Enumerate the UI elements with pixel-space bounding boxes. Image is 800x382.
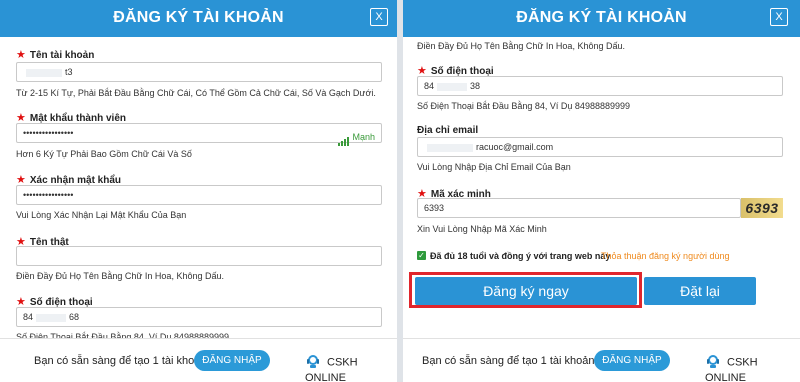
login-button[interactable]: ĐĂNG NHẬP [194, 350, 270, 371]
reset-button[interactable]: Đặt lại [644, 277, 756, 305]
realname-hint: Điền Đầy Đủ Họ Tên Bằng Chữ In Hoa, Khôn… [16, 271, 224, 281]
register-button[interactable]: Đăng ký ngay [415, 277, 637, 305]
realname-hint: Điền Đầy Đủ Họ Tên Bằng Chữ In Hoa, Khôn… [417, 41, 625, 51]
headset-icon [305, 353, 321, 372]
headset-icon [705, 353, 721, 372]
agree-checkbox[interactable]: ✓ [417, 251, 426, 260]
footer-question: Bạn có sẵn sàng để tạo 1 tài khoản? [34, 355, 213, 367]
password-hint: Hơn 6 Ký Tự Phải Bao Gồm Chữ Cái Và Số [16, 149, 192, 159]
modal-header: ĐĂNG KÝ TÀI KHOẢN X [403, 0, 800, 37]
footer-question: Bạn có sẵn sàng để tạo 1 tài khoản? [422, 355, 601, 367]
modal-header: ĐĂNG KÝ TÀI KHOẢN X [0, 0, 397, 37]
modal-footer: Bạn có sẵn sàng để tạo 1 tài khoản? ĐĂNG… [403, 338, 800, 382]
confirm-password-input[interactable]: •••••••••••••••• [16, 185, 382, 205]
close-button[interactable]: X [770, 8, 788, 26]
terms-link[interactable]: Thỏa thuận đăng ký người dùng [601, 251, 730, 261]
username-label: ★ Tên tài khoản [16, 49, 95, 61]
email-label: Địa chỉ email [417, 125, 479, 136]
phone-input[interactable]: 84 68 [16, 307, 382, 327]
close-button[interactable]: X [370, 8, 388, 26]
username-hint: Từ 2-15 Kí Tự, Phải Bắt Đầu Bằng Chữ Cái… [16, 88, 376, 98]
agree-label: Đã đủ 18 tuổi và đồng ý với trang web nà… [430, 251, 611, 261]
captcha-hint: Xin Vui Lòng Nhập Mã Xác Minh [417, 224, 547, 234]
confirm-password-hint: Vui Lòng Xác Nhận Lại Mật Khẩu Của Bạn [16, 210, 187, 220]
login-button[interactable]: ĐĂNG NHẬP [594, 350, 670, 371]
phone-input[interactable]: 84 38 [417, 76, 783, 96]
required-star-icon: ★ [16, 49, 26, 61]
modal-footer: Bạn có sẵn sàng để tạo 1 tài khoản? ĐĂNG… [0, 338, 397, 382]
cskh-online-link[interactable]: CSKH ONLINE [305, 353, 397, 382]
modal-title: ĐĂNG KÝ TÀI KHOẢN [113, 9, 284, 26]
cskh-online-link[interactable]: CSKH ONLINE [705, 353, 800, 382]
signal-bars-icon [338, 128, 350, 146]
email-hint: Vui Lòng Nhập Địa Chỉ Email Của Bạn [417, 162, 571, 172]
captcha-image[interactable]: 6393 [741, 198, 783, 218]
screenshot-stage: ĐĂNG KÝ TÀI KHOẢN X ★ Tên tài khoản t3 Từ… [0, 0, 800, 382]
captcha-input[interactable]: 6393 [417, 198, 741, 218]
realname-input[interactable] [16, 246, 382, 266]
email-input[interactable]: racuoc@gmail.com [417, 137, 783, 157]
password-input[interactable]: •••••••••••••••• Mạnh [16, 123, 382, 146]
password-strength: Mạnh [338, 128, 375, 146]
register-modal-left: ĐĂNG KÝ TÀI KHOẢN X ★ Tên tài khoản t3 Từ… [0, 0, 397, 382]
register-modal-right: ĐĂNG KÝ TÀI KHOẢN X Điền Đầy Đủ Họ Tên B… [403, 0, 800, 382]
username-input[interactable]: t3 [16, 62, 382, 82]
modal-title: ĐĂNG KÝ TÀI KHOẢN [516, 9, 687, 26]
phone-hint: Số Điện Thoại Bắt Đầu Bằng 84, Ví Dụ 849… [417, 101, 630, 111]
